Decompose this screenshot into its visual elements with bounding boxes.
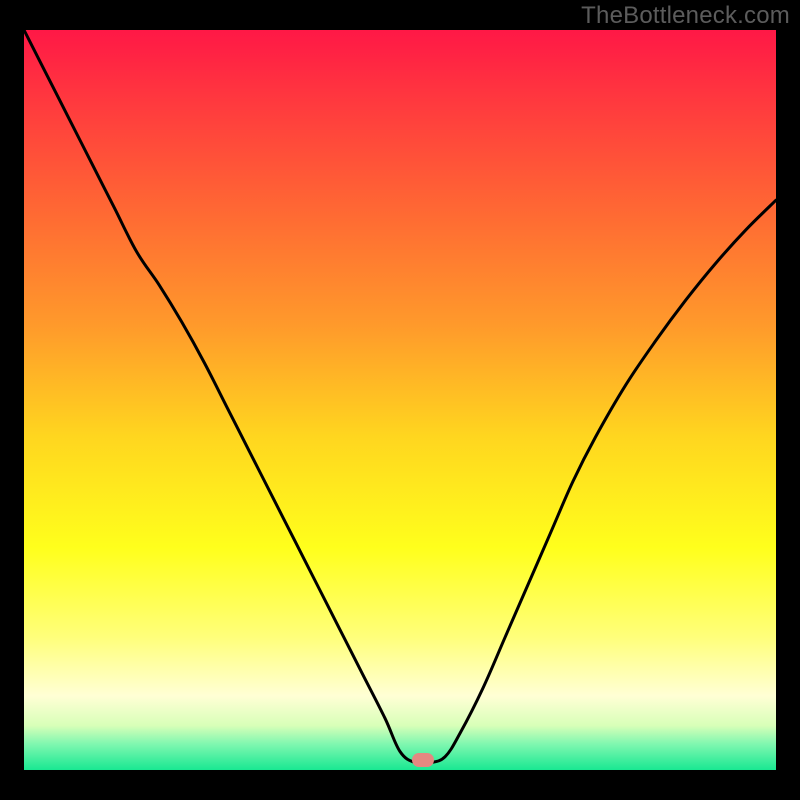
optimal-marker [412,753,434,767]
gradient-background [24,30,776,770]
chart-svg [24,30,776,770]
chart-frame: TheBottleneck.com [0,0,800,800]
plot-area [24,30,776,770]
watermark-text: TheBottleneck.com [581,2,790,30]
